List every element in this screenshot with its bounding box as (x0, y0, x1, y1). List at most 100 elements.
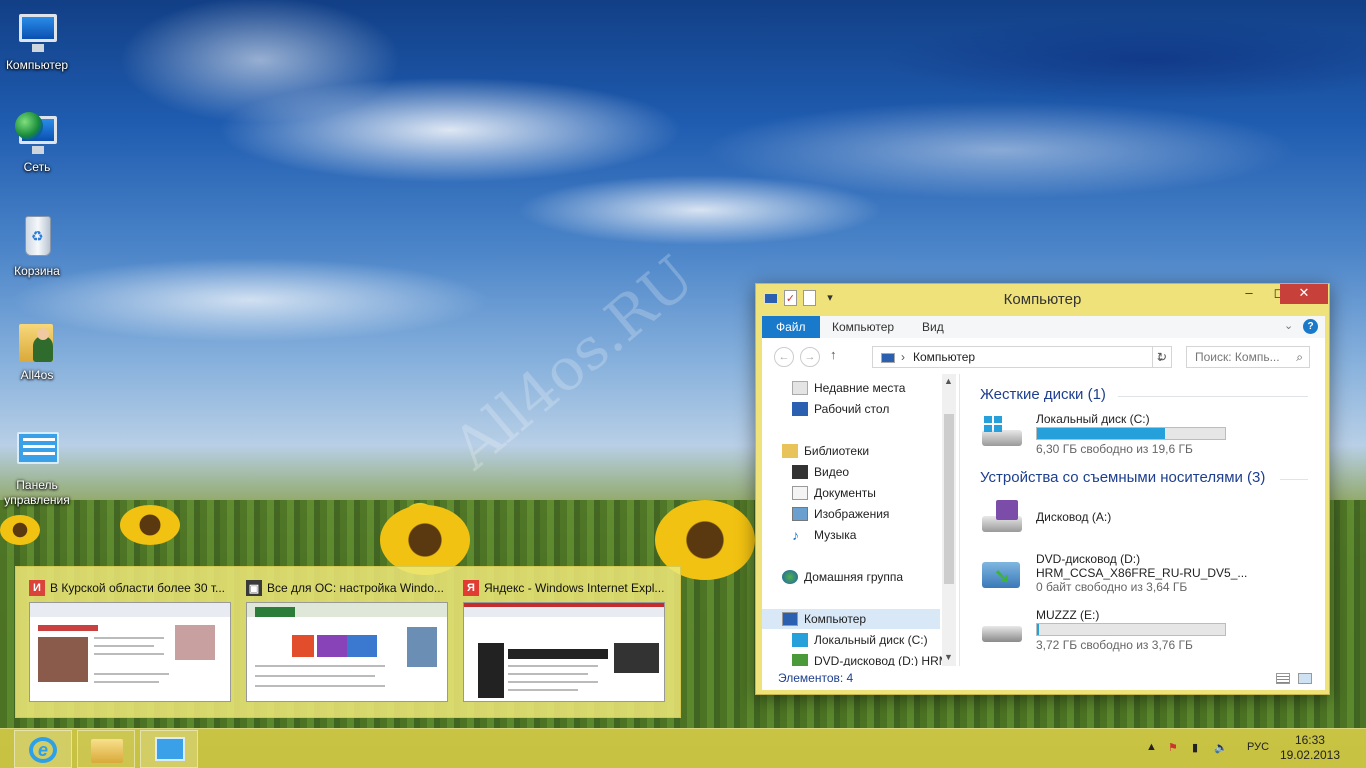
window-titlebar[interactable]: ✓ ▾ Компьютер – ◻ ✕ (756, 284, 1329, 314)
drive-usage-fill (1037, 428, 1165, 439)
drive-name: DVD-дисковод (D:) (1036, 552, 1141, 566)
tab-file[interactable]: Файл (762, 316, 820, 338)
search-placeholder: Поиск: Компь... (1195, 350, 1280, 364)
drive-usage-bar (1036, 623, 1226, 636)
desktop-icon-recycle-bin[interactable]: Корзина (0, 214, 74, 279)
recycle-bin-icon (13, 214, 61, 260)
pane-divider (959, 374, 960, 666)
thumbnail-preview-image (463, 602, 665, 702)
pictures-icon (792, 507, 808, 521)
refresh-button[interactable]: ↻ (1152, 346, 1172, 368)
windows-drive-icon (978, 416, 1024, 450)
desktop-icon-computer[interactable]: Компьютер (0, 8, 74, 73)
nav-scrollbar[interactable]: ▲ ▼ (942, 374, 956, 666)
large-icons-view-icon[interactable] (1298, 673, 1312, 684)
thumbnail-window-3[interactable]: Я Яндекс - Windows Internet Expl... (463, 578, 669, 702)
taskbar-thumbnail-preview: И В Курской области более 30 т... ▣ Все дл… (15, 566, 681, 718)
desktop-icon-network[interactable]: Сеть (0, 110, 74, 175)
thumbnail-preview-image (29, 602, 231, 702)
folder-icon (91, 739, 123, 763)
desktop-icon-label: Сеть (23, 160, 51, 174)
drive-c[interactable]: Локальный диск (C:) 6,30 ГБ свободно из … (978, 412, 1318, 456)
back-button[interactable]: ← (774, 347, 794, 367)
address-bar-row: ← → ↑ › Компьютер ⌄ ↻ Поиск: Компь... ⌕ (762, 338, 1325, 374)
sunflower (120, 505, 180, 545)
computer-icon (881, 352, 895, 363)
taskbar-file-explorer[interactable] (77, 730, 135, 768)
homegroup-icon (782, 570, 798, 584)
control-panel-icon (13, 428, 61, 474)
chevron-down-icon[interactable]: ⌄ (1284, 319, 1293, 332)
documents-icon (792, 486, 808, 500)
nav-item-music[interactable]: ♪ Музыка (792, 525, 856, 545)
clock[interactable]: 16:33 19.02.2013 (1280, 733, 1340, 763)
volume-icon[interactable]: 🔈 (1214, 741, 1228, 754)
computer-icon (782, 612, 798, 626)
scroll-up-icon[interactable]: ▲ (944, 376, 953, 386)
tab-computer[interactable]: Компьютер (818, 316, 908, 338)
thumbnail-title: В Курской области более 30 т... (50, 581, 225, 595)
tab-view[interactable]: Вид (908, 316, 958, 338)
address-box[interactable]: › Компьютер ⌄ (872, 346, 1172, 368)
forward-button[interactable]: → (800, 347, 820, 367)
scrollbar-thumb[interactable] (944, 414, 954, 584)
scroll-down-icon[interactable]: ▼ (944, 652, 953, 662)
group-header-hard-disks[interactable]: Жесткие диски (1) (980, 386, 1106, 403)
user-folder-icon (13, 318, 61, 364)
chevron-up-icon[interactable]: ▲ (1146, 741, 1157, 753)
nav-item-dvd-drive-d[interactable]: DVD-дисковод (D:) HRM (792, 651, 949, 666)
desktop-icon-control-panel[interactable]: Панель управления (0, 428, 74, 508)
dvd-drive-icon: ➘ (978, 556, 1024, 590)
nav-item-libraries[interactable]: Библиотеки (782, 441, 869, 461)
close-button[interactable]: ✕ (1280, 284, 1328, 304)
drive-d[interactable]: ➘ DVD-дисковод (D:) HRM_CCSA_X86FRE_RU-R… (978, 552, 1318, 596)
help-icon[interactable]: ? (1303, 319, 1318, 334)
group-header-removable[interactable]: Устройства со съемными носителями (3) (980, 469, 1265, 486)
up-button[interactable]: ↑ (830, 347, 837, 362)
drive-name: Локальный диск (C:) (1036, 412, 1150, 426)
windows-drive-icon (792, 633, 808, 647)
drive-free-space: 0 байт свободно из 3,64 ГБ (1036, 580, 1188, 594)
group-divider (1280, 479, 1308, 480)
thumbnail-title: Все для ОС: настройка Windo... (267, 581, 444, 595)
action-center-icon[interactable]: ⚑ (1168, 741, 1178, 754)
nav-item-pictures[interactable]: Изображения (792, 504, 889, 524)
drive-usage-fill (1037, 624, 1039, 635)
nav-item-computer[interactable]: Компьютер (762, 609, 940, 629)
drive-e[interactable]: MUZZZ (E:) 3,72 ГБ свободно из 3,76 ГБ (978, 608, 1318, 652)
sunflower (380, 505, 470, 575)
nav-item-video[interactable]: Видео (792, 462, 849, 482)
address-text: Компьютер (913, 350, 976, 364)
taskbar-control-panel[interactable] (140, 730, 198, 768)
thumbnail-window-2[interactable]: ▣ Все для ОС: настройка Windo... (246, 578, 452, 702)
drive-a[interactable]: Дисковод (A:) (978, 496, 1318, 540)
search-input[interactable]: Поиск: Компь... ⌕ (1186, 346, 1310, 368)
network-icon (13, 110, 61, 156)
desktop-icon (792, 402, 808, 416)
navigation-pane: Недавние места Рабочий стол Библиотеки В… (762, 374, 960, 666)
dvd-drive-icon (792, 654, 808, 666)
ribbon: Файл Компьютер Вид ⌄ ? (762, 316, 1325, 338)
desktop-icon-all4os[interactable]: All4os (0, 318, 74, 383)
internet-explorer-icon: e (29, 737, 57, 763)
thumbnail-window-1[interactable]: И В Курской области более 30 т... (29, 578, 235, 702)
nav-item-desktop[interactable]: Рабочий стол (792, 399, 889, 419)
group-divider (1118, 396, 1308, 397)
language-indicator[interactable]: РУС (1247, 741, 1269, 753)
nav-item-recent-places[interactable]: Недавние места (792, 378, 905, 398)
drive-usage-bar (1036, 427, 1226, 440)
content-pane: Жесткие диски (1) Локальный диск (C:) 6,… (968, 374, 1318, 666)
nav-item-local-disk-c[interactable]: Локальный диск (C:) (792, 630, 928, 650)
nav-item-documents[interactable]: Документы (792, 483, 876, 503)
floppy-drive-icon (978, 500, 1024, 534)
monitor-icon: ▣ (246, 580, 262, 596)
nav-item-homegroup[interactable]: Домашняя группа (782, 567, 903, 587)
details-view-icon[interactable] (1276, 673, 1290, 684)
minimize-button[interactable]: – (1234, 284, 1264, 304)
news-icon: И (29, 580, 45, 596)
taskbar-internet-explorer[interactable]: e (14, 730, 72, 768)
desktop-icon-label: Компьютер (5, 58, 69, 72)
explorer-window: ✓ ▾ Компьютер – ◻ ✕ Файл Компьютер Вид ⌄… (755, 283, 1330, 695)
network-icon[interactable]: ▮ (1192, 741, 1198, 754)
desktop-icon-label: Панель управления (4, 478, 70, 507)
